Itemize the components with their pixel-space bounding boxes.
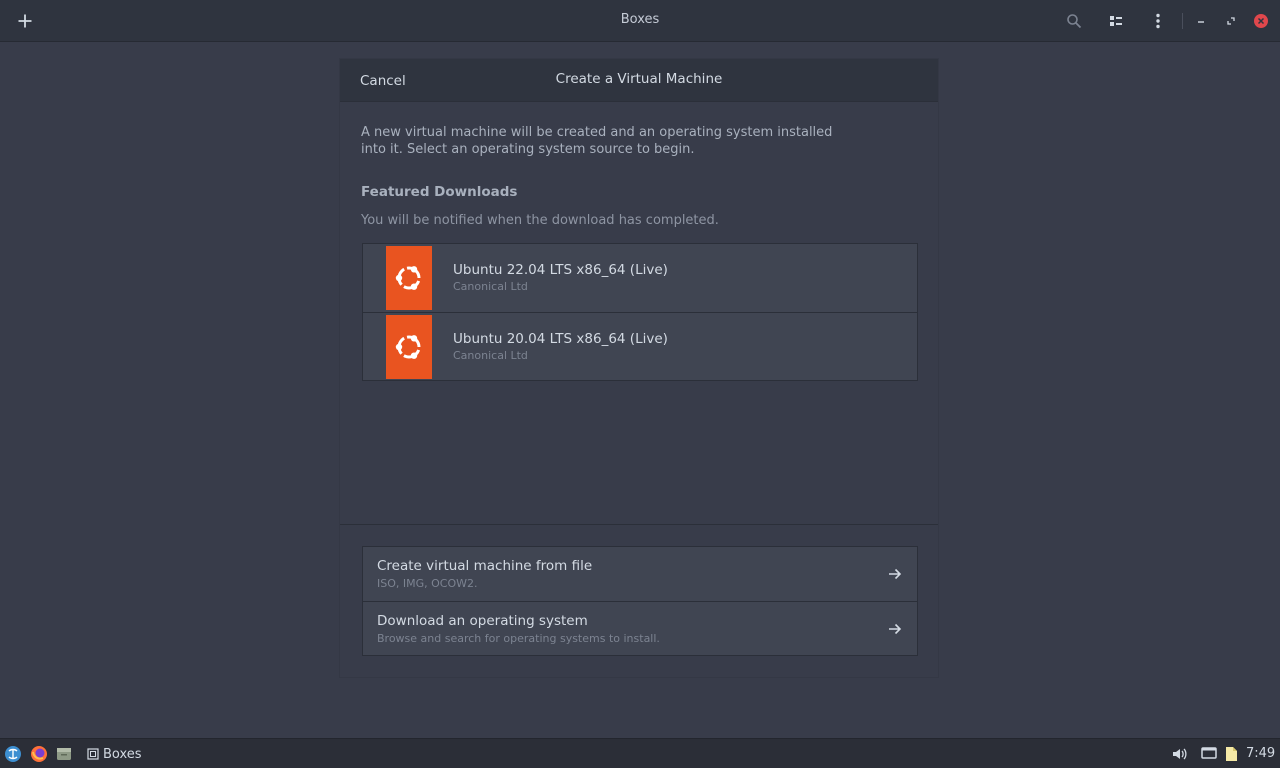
arrow-right-icon [889,623,902,635]
dialog-header: Create a Virtual Machine Cancel [340,59,938,102]
featured-downloads-heading: Featured Downloads [361,184,518,200]
display-icon[interactable] [1200,745,1218,763]
maximize-button[interactable] [1218,8,1244,34]
view-toggle-button[interactable] [1103,8,1129,34]
search-icon [1067,14,1082,29]
file-manager-icon[interactable] [55,745,73,763]
boxes-app-icon [87,748,99,760]
action-title: Create virtual machine from file [377,558,593,574]
volume-icon[interactable] [1170,745,1188,763]
add-button[interactable] [12,8,38,34]
os-vendor: Canonical Ltd [453,280,528,293]
section-divider [340,524,938,525]
source-actions-list: Create virtual machine from file ISO, IM… [362,546,918,656]
window-title: Boxes [620,12,660,27]
action-title: Download an operating system [377,613,588,629]
clock[interactable]: 7:49 [1246,739,1275,768]
action-subtitle: Browse and search for operating systems … [377,632,660,645]
maximize-icon [1227,17,1235,25]
list-view-icon [1110,16,1122,26]
featured-os-item[interactable]: Ubuntu 20.04 LTS x86_64 (Live) Canonical… [363,312,917,380]
kebab-menu-icon [1156,13,1160,29]
intro-text-line-1: A new virtual machine will be created an… [361,125,833,140]
header-bar: Boxes [0,0,1280,42]
search-button[interactable] [1061,8,1087,34]
minimize-button[interactable] [1188,8,1214,34]
intro-text-line-2: into it. Select an operating system sour… [361,142,695,157]
featured-os-item[interactable]: Ubuntu 22.04 LTS x86_64 (Live) Canonical… [363,244,917,312]
notes-icon[interactable] [1222,745,1240,763]
cancel-button[interactable]: Cancel [352,68,414,94]
taskbar-task-boxes[interactable]: Boxes [83,739,146,768]
ubuntu-logo-icon [386,315,432,379]
download-notice: You will be notified when the download h… [361,213,719,228]
taskbar: Boxes 7:49 [0,738,1280,768]
intro-text: A new virtual machine will be created an… [361,124,861,158]
close-icon [1254,14,1268,28]
menu-button[interactable] [1145,8,1171,34]
app-menu-icon[interactable] [4,745,22,763]
minimize-icon [1198,21,1204,23]
header-separator [1182,13,1183,29]
featured-os-list: Ubuntu 22.04 LTS x86_64 (Live) Canonical… [362,243,918,381]
download-os-row[interactable]: Download an operating system Browse and … [363,601,917,655]
dialog-title: Create a Virtual Machine [555,71,723,87]
create-vm-dialog: Create a Virtual Machine Cancel A new vi… [339,58,939,678]
ubuntu-logo-icon [386,246,432,310]
create-from-file-row[interactable]: Create virtual machine from file ISO, IM… [363,547,917,601]
arrow-right-icon [889,568,902,580]
taskbar-task-label: Boxes [103,746,142,762]
plus-icon [18,14,32,28]
os-name: Ubuntu 20.04 LTS x86_64 (Live) [453,331,668,347]
firefox-icon[interactable] [30,745,48,763]
os-name: Ubuntu 22.04 LTS x86_64 (Live) [453,262,668,278]
close-button[interactable] [1248,8,1274,34]
action-subtitle: ISO, IMG, OCOW2. [377,577,478,590]
os-vendor: Canonical Ltd [453,349,528,362]
